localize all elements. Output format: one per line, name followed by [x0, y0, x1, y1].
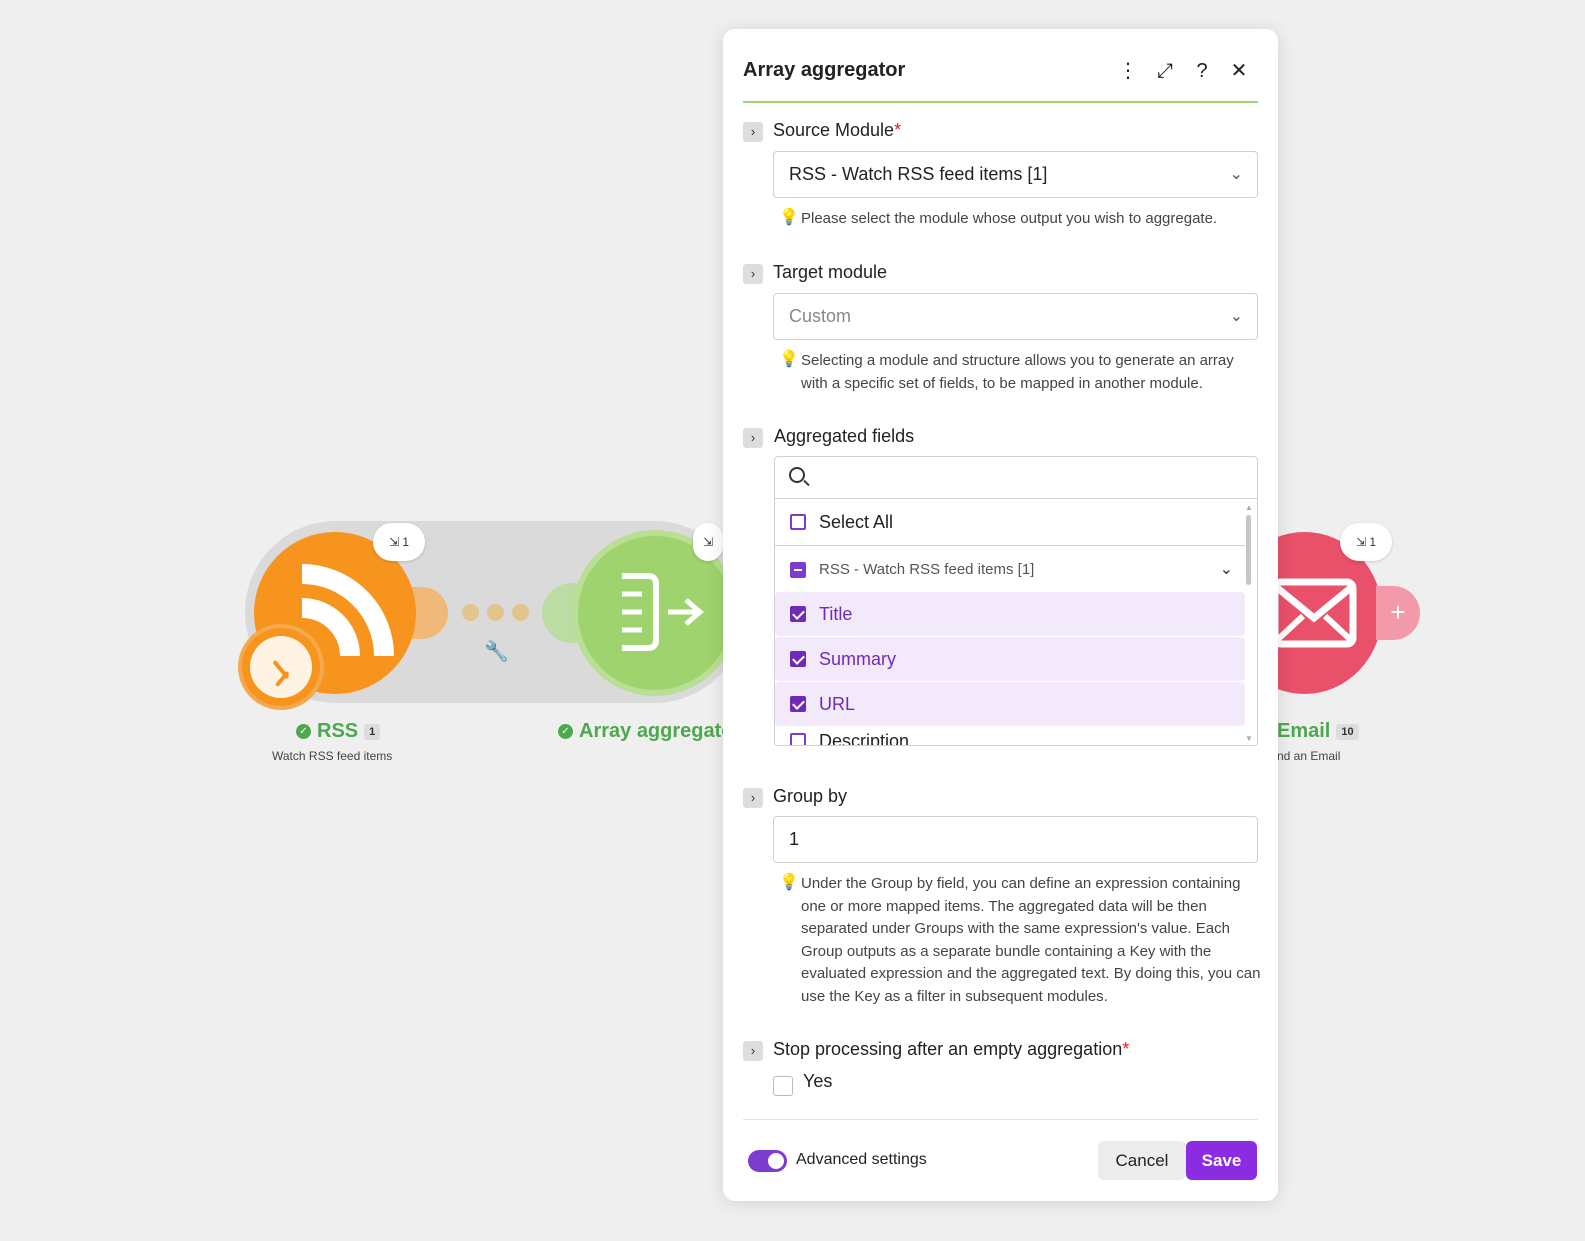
success-check-icon: ✓ [558, 724, 573, 740]
route-dot [512, 604, 529, 621]
schedule-clock-icon[interactable] [238, 624, 324, 710]
group-partial-checkbox[interactable] [790, 562, 806, 578]
select-all-option[interactable]: Select All [775, 500, 1245, 544]
wrench-icon[interactable]: 🔧 [484, 639, 509, 664]
header-divider [743, 101, 1258, 103]
more-vertical-icon[interactable]: ⋮ [1116, 59, 1140, 83]
success-check-icon: ✓ [296, 724, 311, 740]
list-divider [775, 545, 1245, 546]
stop-processing-expand-toggle[interactable]: › [743, 1041, 763, 1061]
option-checkbox[interactable] [790, 606, 806, 622]
expand-icon[interactable]: ⤢ [1153, 59, 1177, 83]
aggregated-fields-list: Select All RSS - Watch RSS feed items [1… [774, 456, 1258, 746]
rss-operations-badge[interactable]: ⇲ 1 [373, 523, 425, 561]
field-option-description[interactable]: Description [775, 719, 1245, 745]
list-scrollbar[interactable]: ▲ ▼ [1243, 501, 1255, 745]
target-module-expand-toggle[interactable]: › [743, 264, 763, 284]
email-bundle-count: 10 [1336, 723, 1359, 740]
rss-module-subtitle: Watch RSS feed items [272, 749, 393, 763]
lightbulb-icon: 💡 [779, 874, 799, 891]
search-icon [789, 467, 805, 483]
add-module-plus-icon[interactable]: + [1376, 586, 1420, 640]
cancel-button[interactable]: Cancel [1098, 1141, 1186, 1180]
field-group-rss[interactable]: RSS - Watch RSS feed items [1] ⌄ [775, 548, 1245, 592]
field-option-title[interactable]: Title [775, 592, 1245, 636]
route-dot [487, 604, 504, 621]
group-by-hint: Under the Group by field, you can define… [801, 875, 1261, 1005]
email-module-subtitle: nd an Email [1277, 749, 1341, 763]
rss-module-title[interactable]: ✓ RSS 1 [296, 720, 381, 743]
target-module-label: Target module [773, 262, 888, 282]
aggregator-module-title[interactable]: ✓ Array aggregato [558, 720, 734, 743]
email-module-title[interactable]: Email 10 [1277, 720, 1359, 743]
group-by-label: Group by [773, 786, 848, 806]
email-operations-badge[interactable]: ⇲ 1 [1340, 523, 1392, 561]
rss-bundle-count: 1 [364, 723, 381, 740]
lightbulb-icon: 💡 [779, 351, 799, 368]
chevron-down-icon: ⌄ [1229, 166, 1243, 183]
stop-processing-checkbox[interactable] [773, 1076, 793, 1096]
chevron-down-icon[interactable]: ⌄ [1220, 548, 1233, 592]
stop-processing-yes-label[interactable]: Yes [803, 1071, 832, 1092]
route-dot [462, 604, 479, 621]
close-icon[interactable]: ✕ [1227, 59, 1251, 83]
option-checkbox[interactable] [790, 696, 806, 712]
scroll-down-arrow-icon[interactable]: ▼ [1245, 734, 1253, 743]
stop-processing-label: Stop processing after an empty aggregati… [773, 1039, 1130, 1059]
scrollbar-thumb[interactable] [1246, 515, 1251, 585]
aggregated-fields-expand-toggle[interactable]: › [743, 428, 763, 448]
field-search-bar [775, 457, 1257, 499]
source-module-label: Source Module* [773, 120, 902, 140]
option-checkbox[interactable] [790, 651, 806, 667]
footer-divider [743, 1119, 1258, 1120]
array-aggregator-dialog: Array aggregator ⋮ ⤢ ? ✕ › Source Module… [723, 29, 1278, 1201]
target-module-select[interactable]: Custom ⌄ [773, 293, 1258, 340]
aggregator-operations-badge[interactable]: ⇲ [693, 523, 724, 561]
option-checkbox[interactable] [790, 733, 806, 745]
aggregated-fields-label: Aggregated fields [774, 426, 915, 446]
source-module-hint: Please select the module whose output yo… [801, 210, 1218, 227]
save-button[interactable]: Save [1186, 1141, 1257, 1180]
source-module-select[interactable]: RSS - Watch RSS feed items [1] ⌄ [773, 151, 1258, 198]
dialog-title: Array aggregator [743, 59, 906, 81]
chevron-down-icon: ⌄ [1229, 308, 1243, 325]
advanced-settings-toggle[interactable] [748, 1150, 787, 1172]
scroll-up-arrow-icon[interactable]: ▲ [1245, 503, 1253, 512]
field-option-summary[interactable]: Summary [775, 637, 1245, 681]
group-by-expand-toggle[interactable]: › [743, 788, 763, 808]
target-module-hint: Selecting a module and structure allows … [801, 352, 1234, 392]
source-module-expand-toggle[interactable]: › [743, 122, 763, 142]
field-search-input[interactable] [820, 463, 1240, 493]
help-icon[interactable]: ? [1190, 59, 1214, 83]
advanced-settings-label[interactable]: Advanced settings [796, 1151, 927, 1169]
lightbulb-icon: 💡 [779, 209, 799, 226]
group-by-input[interactable]: 1 [773, 816, 1258, 863]
select-all-checkbox[interactable] [790, 514, 806, 530]
